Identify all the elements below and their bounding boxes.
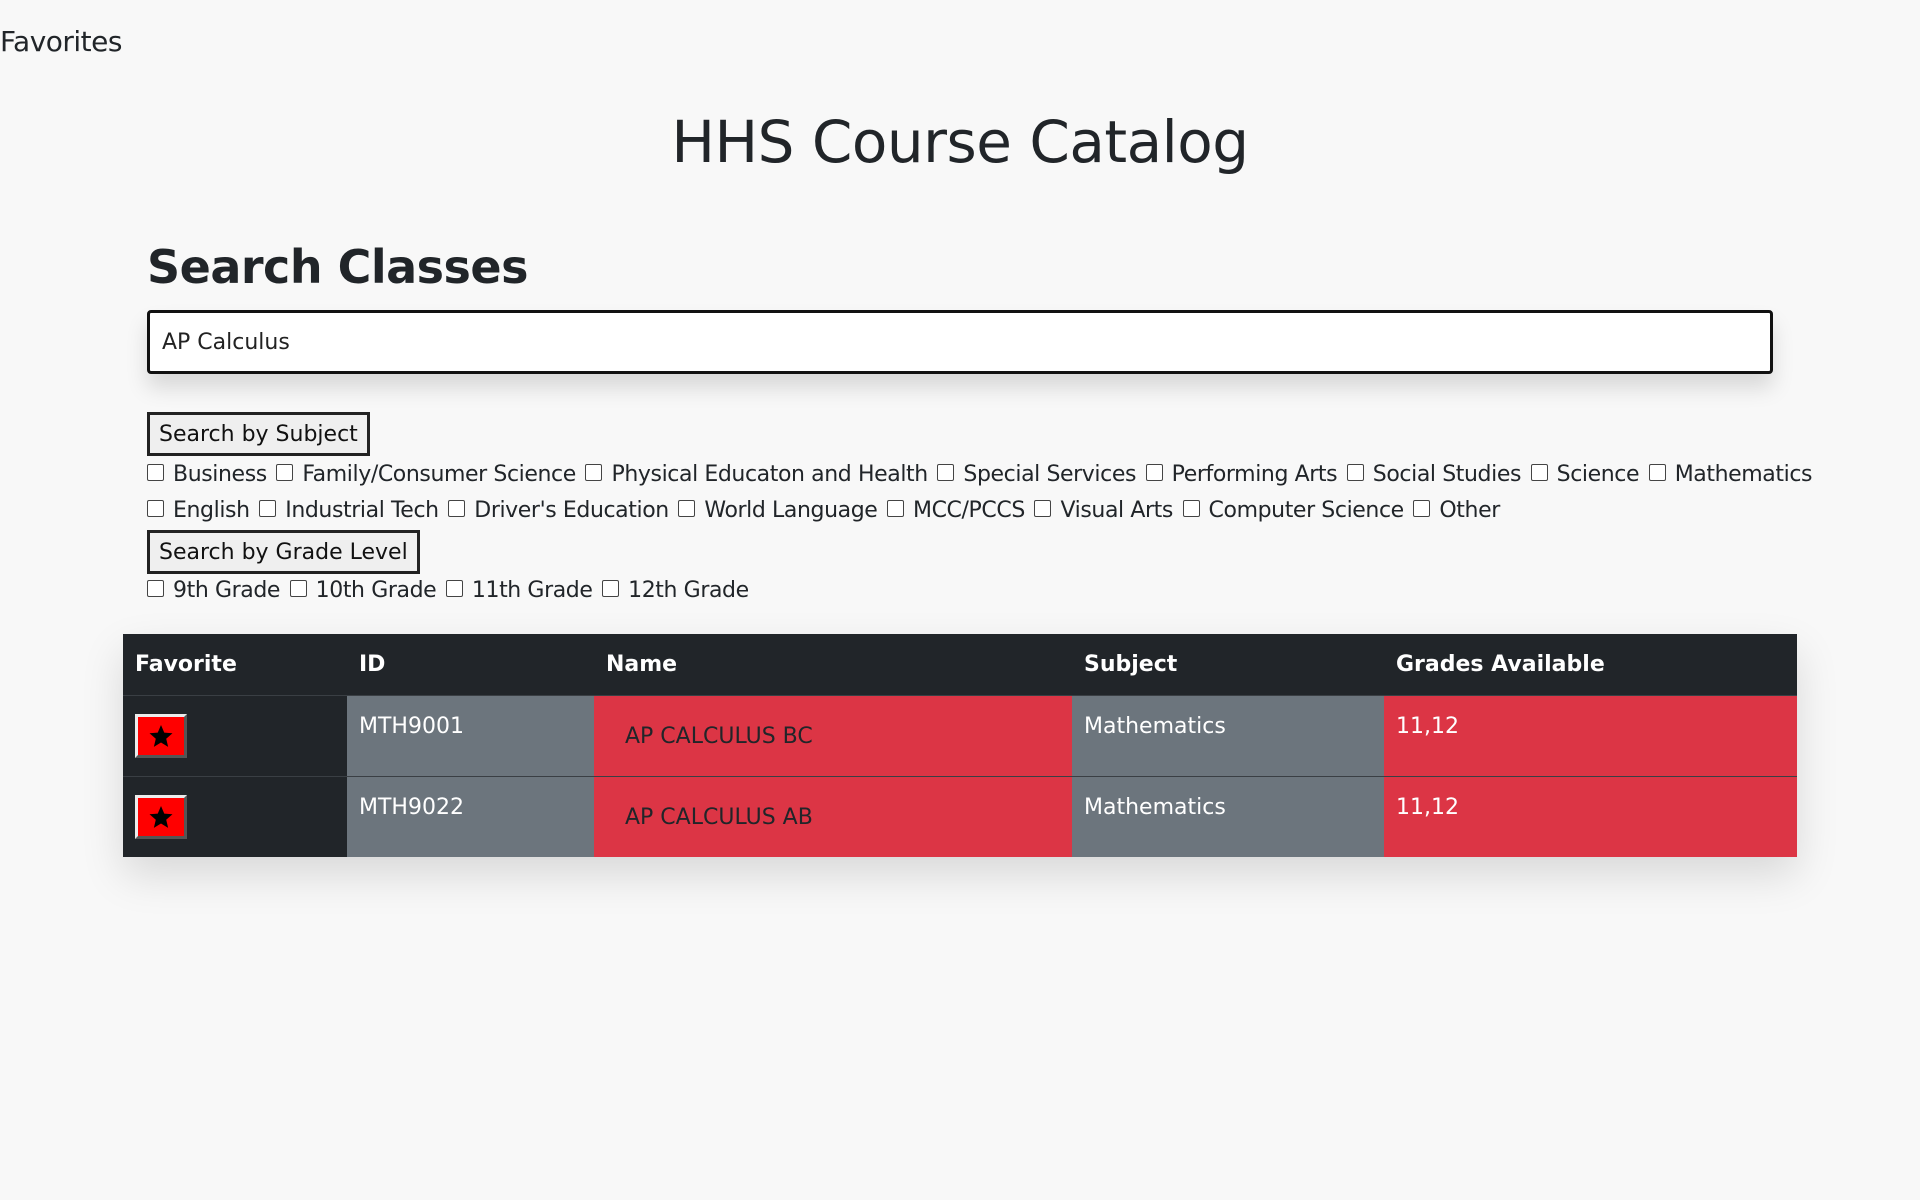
search-input[interactable] xyxy=(147,310,1773,374)
checkbox[interactable] xyxy=(1648,464,1666,481)
favorite-cell xyxy=(123,775,347,857)
subject-option-label: Industrial Tech xyxy=(285,498,439,523)
grade-option[interactable]: 12th Grade xyxy=(602,578,749,603)
course-subject-cell: Mathematics xyxy=(1072,694,1384,776)
checkbox[interactable] xyxy=(1413,500,1431,517)
checkbox[interactable] xyxy=(887,500,905,517)
course-grades-cell: 11,12 xyxy=(1384,694,1797,776)
search-by-grade-level-button[interactable]: Search by Grade Level xyxy=(147,530,420,574)
subject-option[interactable]: World Language xyxy=(678,498,878,523)
grade-option[interactable]: 10th Grade xyxy=(289,578,437,603)
subject-option[interactable]: Computer Science xyxy=(1182,498,1405,523)
checkbox[interactable] xyxy=(937,464,955,481)
subject-option[interactable]: Mathematics xyxy=(1648,462,1813,487)
subject-option-label: Social Studies xyxy=(1372,462,1522,487)
subject-checkbox-row-2: English Industrial Tech Driver's Educati… xyxy=(147,498,1503,525)
course-id-cell: MTH9001 xyxy=(347,694,594,776)
subject-option[interactable]: Physical Educaton and Health xyxy=(585,462,928,487)
search-by-subject-button[interactable]: Search by Subject xyxy=(147,412,370,456)
course-name-cell: AP CALCULUS AB xyxy=(594,775,1072,857)
course-id-cell: MTH9022 xyxy=(347,775,594,857)
subject-option[interactable]: Visual Arts xyxy=(1034,498,1173,523)
favorite-button[interactable] xyxy=(135,713,187,758)
grade-option-label: 11th Grade xyxy=(471,578,593,603)
subject-option[interactable]: Industrial Tech xyxy=(259,498,439,523)
column-header-grades: Grades Available xyxy=(1384,634,1797,695)
star-icon xyxy=(149,724,173,747)
grade-option[interactable]: 9th Grade xyxy=(147,578,280,603)
course-table-container: Favorite ID Name Subject Grades Availabl… xyxy=(123,634,1797,857)
table-header-row: Favorite ID Name Subject Grades Availabl… xyxy=(123,634,1797,695)
grade-option-label: 9th Grade xyxy=(173,578,281,603)
column-header-favorite: Favorite xyxy=(123,634,347,695)
checkbox[interactable] xyxy=(448,500,466,517)
column-header-subject: Subject xyxy=(1072,634,1384,695)
checkbox[interactable] xyxy=(147,500,164,517)
subject-option-label: Performing Arts xyxy=(1171,462,1338,487)
column-header-name: Name xyxy=(594,634,1072,695)
favorites-link[interactable]: Favorites xyxy=(0,25,122,58)
checkbox[interactable] xyxy=(445,580,463,597)
subject-option-label: Physical Educaton and Health xyxy=(611,462,928,487)
course-subject-cell: Mathematics xyxy=(1072,775,1384,857)
checkbox[interactable] xyxy=(147,464,164,481)
checkbox[interactable] xyxy=(1182,500,1200,517)
subject-option[interactable]: MCC/PCCS xyxy=(887,498,1025,523)
subject-option[interactable]: Performing Arts xyxy=(1145,462,1338,487)
subject-option-label: English xyxy=(173,498,250,523)
page-title: HHS Course Catalog xyxy=(671,108,1249,176)
star-icon xyxy=(149,805,173,828)
checkbox[interactable] xyxy=(259,500,277,517)
grade-option[interactable]: 11th Grade xyxy=(445,578,593,603)
checkbox[interactable] xyxy=(585,464,603,481)
checkbox[interactable] xyxy=(1530,464,1548,481)
checkbox[interactable] xyxy=(289,580,307,597)
subject-option-label: Other xyxy=(1439,498,1500,523)
subject-option-label: Family/Consumer Science xyxy=(302,462,576,487)
checkbox[interactable] xyxy=(147,580,164,597)
course-grades-cell: 11,12 xyxy=(1384,775,1797,857)
subject-option-label: World Language xyxy=(704,498,878,523)
subject-option[interactable]: Driver's Education xyxy=(448,498,669,523)
grade-option-label: 12th Grade xyxy=(628,578,749,603)
checkbox[interactable] xyxy=(1346,464,1364,481)
subject-option-label: Business xyxy=(173,462,267,487)
grade-checkbox-row: 9th Grade 10th Grade 11th Grade 12th Gra… xyxy=(147,578,752,605)
subject-option-label: Computer Science xyxy=(1208,498,1405,523)
subject-option-label: Driver's Education xyxy=(474,498,669,523)
subject-option[interactable]: English xyxy=(147,498,250,523)
checkbox[interactable] xyxy=(276,464,294,481)
subject-option[interactable]: Special Services xyxy=(937,462,1136,487)
subject-option[interactable]: Family/Consumer Science xyxy=(276,462,576,487)
subject-option[interactable]: Science xyxy=(1530,462,1640,487)
subject-option-label: Special Services xyxy=(963,462,1137,487)
course-table: Favorite ID Name Subject Grades Availabl… xyxy=(123,634,1797,857)
table-row: MTH9001 AP CALCULUS BC Mathematics 11,12 xyxy=(123,694,1797,776)
column-header-id: ID xyxy=(347,634,594,695)
subject-option[interactable]: Other xyxy=(1413,498,1500,523)
subject-option-label: MCC/PCCS xyxy=(913,498,1025,523)
favorite-button[interactable] xyxy=(135,794,187,839)
table-row: MTH9022 AP CALCULUS AB Mathematics 11,12 xyxy=(123,775,1797,857)
subject-checkbox-row-1: Business Family/Consumer Science Physica… xyxy=(147,462,1815,489)
subject-option-label: Science xyxy=(1556,462,1640,487)
checkbox[interactable] xyxy=(602,580,620,597)
subject-option[interactable]: Social Studies xyxy=(1346,462,1522,487)
grade-option-label: 10th Grade xyxy=(315,578,437,603)
subject-option-label: Visual Arts xyxy=(1060,498,1173,523)
course-name-cell: AP CALCULUS BC xyxy=(594,694,1072,776)
subject-option-label: Mathematics xyxy=(1674,462,1813,487)
favorite-cell xyxy=(123,694,347,776)
checkbox[interactable] xyxy=(678,500,696,517)
checkbox[interactable] xyxy=(1034,500,1052,517)
search-heading: Search Classes xyxy=(147,240,529,294)
checkbox[interactable] xyxy=(1145,464,1163,481)
subject-option[interactable]: Business xyxy=(147,462,267,487)
